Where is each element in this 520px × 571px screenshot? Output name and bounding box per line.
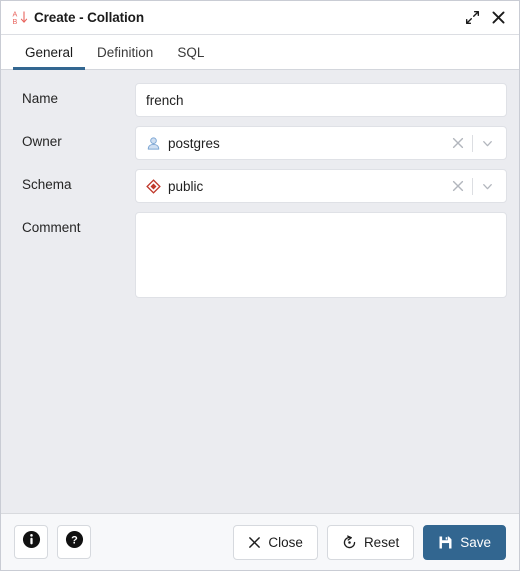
info-button[interactable] [14, 525, 48, 559]
field-row-name: Name french [13, 83, 507, 117]
close-button-label: Close [268, 534, 303, 550]
owner-select-controls [447, 130, 504, 156]
schema-select-controls [447, 173, 504, 199]
tab-general-label: General [25, 44, 74, 60]
tab-bar: General Definition SQL [1, 35, 519, 70]
name-field-wrapper: french [135, 83, 507, 117]
field-row-owner: Owner postgres [13, 126, 507, 160]
expand-icon[interactable] [459, 5, 485, 31]
reset-button[interactable]: Reset [326, 524, 415, 560]
tab-sql[interactable]: SQL [165, 35, 216, 69]
owner-field-wrapper: postgres [135, 126, 507, 160]
owner-clear-icon[interactable] [447, 130, 469, 156]
owner-select[interactable]: postgres [135, 126, 507, 160]
save-button[interactable]: Save [423, 524, 506, 560]
close-x-icon [248, 536, 261, 549]
svg-text:?: ? [71, 535, 78, 547]
general-tab-panel: Name french Owner postgres Schema public… [1, 70, 519, 513]
comment-label: Comment [22, 220, 81, 235]
tab-general[interactable]: General [13, 35, 86, 70]
tab-sql-label: SQL [177, 44, 205, 60]
dialog-titlebar: A B Create - Collation [1, 1, 519, 35]
close-icon[interactable] [485, 5, 511, 31]
sort-alpha-down-icon: A B [12, 9, 29, 26]
schema-chevron-down-icon[interactable] [476, 173, 498, 199]
tab-definition-label: Definition [97, 44, 154, 60]
help-button[interactable]: ? [57, 525, 91, 559]
dialog-title: Create - Collation [34, 10, 144, 25]
owner-chevron-down-icon[interactable] [476, 130, 498, 156]
reset-rotate-icon [342, 534, 357, 550]
reset-button-label: Reset [363, 534, 400, 550]
comment-textarea[interactable] [135, 212, 507, 298]
comment-field-wrapper [135, 212, 507, 298]
name-input-value: french [146, 92, 184, 108]
owner-select-divider [472, 134, 473, 152]
name-label: Name [22, 91, 59, 106]
name-input[interactable]: french [135, 83, 507, 117]
save-floppy-icon [438, 535, 453, 550]
svg-text:B: B [13, 17, 18, 26]
schema-field-wrapper: public [135, 169, 507, 203]
close-button[interactable]: Close [233, 524, 318, 560]
schema-label: Schema [22, 177, 72, 192]
field-row-comment: Comment [13, 212, 507, 298]
owner-select-value: postgres [168, 135, 220, 151]
question-circle-icon: ? [65, 530, 84, 554]
schema-clear-icon[interactable] [447, 173, 469, 199]
save-button-label: Save [460, 534, 491, 550]
create-collation-dialog: A B Create - Collation General Definitio… [0, 0, 520, 571]
schema-diamond-icon [145, 178, 162, 195]
info-circle-icon [22, 530, 41, 554]
schema-select-value: public [168, 178, 204, 194]
user-icon [145, 135, 162, 152]
schema-select[interactable]: public [135, 169, 507, 203]
tab-definition[interactable]: Definition [85, 35, 165, 69]
field-row-schema: Schema public [13, 169, 507, 203]
owner-label: Owner [22, 134, 62, 149]
dialog-footer: ? Close Reset Save [1, 513, 519, 570]
schema-select-divider [472, 177, 473, 195]
